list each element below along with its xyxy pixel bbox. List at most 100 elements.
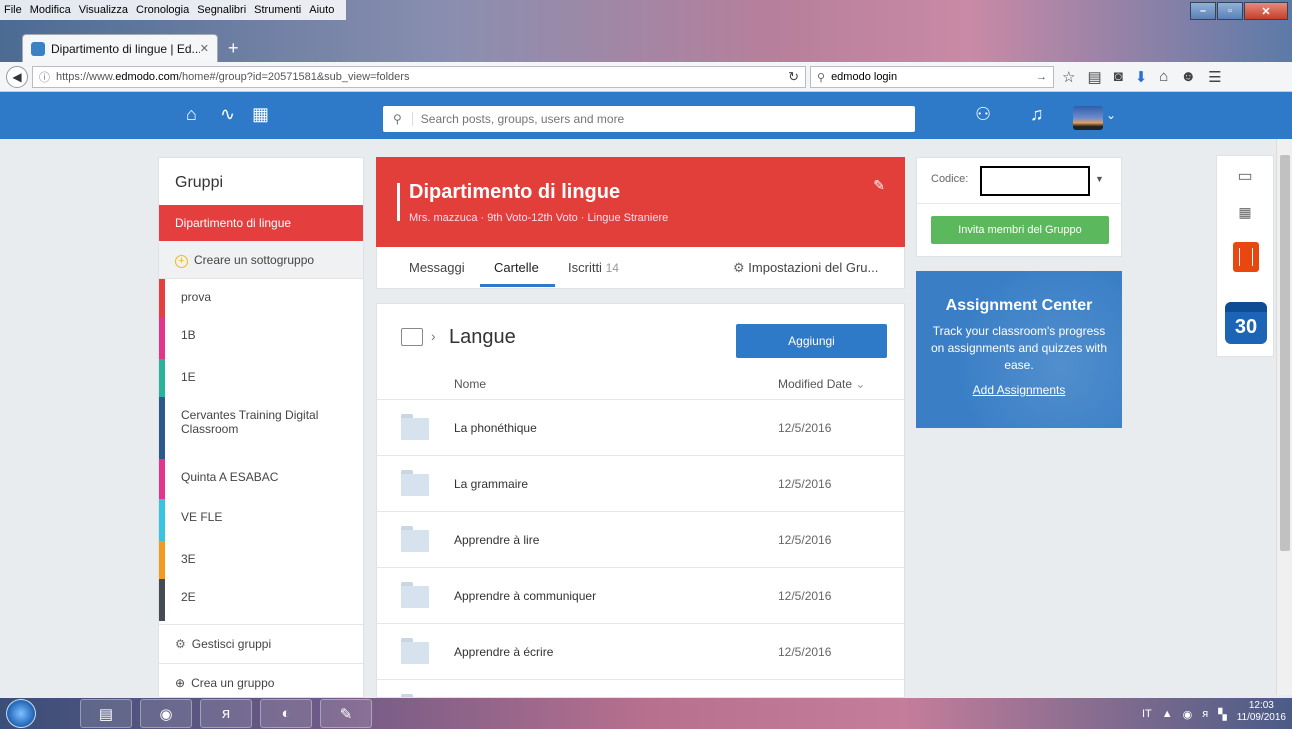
back-button[interactable]: ◀ bbox=[6, 65, 28, 88]
create-group-button[interactable]: ⊕ Crea un gruppo bbox=[159, 663, 363, 697]
sidebar-item-group[interactable]: VE FLE bbox=[159, 499, 363, 541]
assignment-title: Assignment Center bbox=[945, 297, 1093, 314]
clock[interactable]: 12:03 11/09/2016 bbox=[1237, 700, 1286, 724]
menu-aiuto[interactable]: Aiuto bbox=[309, 4, 334, 16]
divider bbox=[917, 203, 1121, 204]
browser-tab[interactable]: Dipartimento di lingue | Ed... ✕ bbox=[22, 34, 218, 62]
browser-search-bar[interactable]: ⚲ edmodo login → bbox=[810, 66, 1054, 88]
show-hidden-icons-icon[interactable]: ▲ bbox=[1162, 708, 1173, 720]
paint-icon[interactable]: ✎ bbox=[320, 699, 372, 728]
group-meta: Mrs. mazzuca · 9th Voto-12th Voto · Ling… bbox=[409, 212, 669, 224]
bookmarks-list-icon[interactable]: ▤ bbox=[1087, 68, 1101, 86]
progress-nav-icon[interactable]: ∿ bbox=[220, 104, 235, 125]
tab-messages[interactable]: Messaggi bbox=[409, 260, 465, 275]
create-group-label: Crea un gruppo bbox=[191, 676, 275, 690]
tray-avira-icon[interactable]: ᴙ bbox=[1202, 708, 1208, 720]
url-bar[interactable]: ⓘ https://www. edmodo.com/home#/group?id=… bbox=[32, 66, 806, 88]
sidebar-item-group[interactable]: Cervantes Training Digital Classroom bbox=[159, 397, 363, 459]
group-code-field[interactable] bbox=[980, 166, 1090, 196]
sidebar-item-group[interactable]: Quinta A ESABAC bbox=[159, 459, 363, 499]
code-label: Codice: bbox=[931, 173, 969, 185]
sidebar-item-group[interactable]: 1B bbox=[159, 317, 363, 359]
close-tab-icon[interactable]: ✕ bbox=[200, 42, 209, 55]
start-button[interactable] bbox=[6, 699, 36, 728]
tab-settings[interactable]: ⚙ Impostazioni del Gru... bbox=[733, 260, 878, 276]
folder-icon bbox=[401, 414, 429, 440]
column-header-name[interactable]: Nome bbox=[454, 377, 486, 391]
assignment-description: Track your classroom's progress on assig… bbox=[930, 324, 1108, 372]
edmodo-search-input[interactable] bbox=[411, 112, 872, 126]
menu-file[interactable]: File bbox=[4, 4, 22, 16]
menu-modifica[interactable]: Modifica bbox=[30, 4, 71, 16]
gear-icon: ⚙ bbox=[175, 637, 186, 651]
folder-row[interactable]: Apprendre à lire 12/5/2016 bbox=[377, 511, 904, 567]
scrollbar-thumb[interactable] bbox=[1280, 155, 1290, 551]
caret-down-icon[interactable]: ▼ bbox=[1095, 174, 1104, 184]
new-tab-button[interactable]: + bbox=[228, 38, 239, 59]
folder-row[interactable]: La grammaire 12/5/2016 bbox=[377, 455, 904, 511]
add-assignments-link[interactable]: Add Assignments bbox=[916, 383, 1122, 397]
folder-row[interactable]: Apprendre à communiquer 12/5/2016 bbox=[377, 567, 904, 623]
home-nav-icon[interactable]: ⌂ bbox=[186, 104, 197, 125]
create-subgroup-label: Creare un sottogruppo bbox=[194, 253, 315, 267]
network-icon[interactable]: ▚ bbox=[1218, 708, 1226, 721]
close-window-button[interactable]: ✕ bbox=[1244, 2, 1288, 20]
avatar[interactable] bbox=[1073, 106, 1103, 130]
folder-name[interactable]: Apprendre à lire bbox=[454, 533, 539, 547]
notifications-bell-icon[interactable]: ♫ bbox=[1030, 104, 1044, 125]
folder-dropdown-icon[interactable] bbox=[401, 328, 423, 346]
tab-folders[interactable]: Cartelle bbox=[494, 260, 539, 275]
folder-name[interactable]: La grammaire bbox=[454, 477, 528, 491]
sidebar-item-label: 1E bbox=[181, 370, 196, 384]
folder-row[interactable]: Apprendre à écrire 12/5/2016 bbox=[377, 623, 904, 679]
menu-visualizza[interactable]: Visualizza bbox=[79, 4, 128, 16]
folder-row[interactable]: La phonéthique 12/5/2016 bbox=[377, 399, 904, 455]
menu-cronologia[interactable]: Cronologia bbox=[136, 4, 189, 16]
sidebar-item-group[interactable]: prova bbox=[159, 279, 363, 317]
chrome-icon[interactable]: ◉ bbox=[140, 699, 192, 728]
search-go-icon[interactable]: → bbox=[1036, 71, 1047, 83]
downloads-icon[interactable]: ⬇ bbox=[1135, 68, 1148, 86]
system-tray: IT ▲ ◉ ᴙ ▚ 12:03 11/09/2016 bbox=[1142, 700, 1286, 724]
menu-strumenti[interactable]: Strumenti bbox=[254, 4, 301, 16]
page-scrollbar[interactable] bbox=[1276, 139, 1292, 695]
add-button[interactable]: Aggiungi bbox=[736, 324, 887, 358]
pocket-icon[interactable]: ◙ bbox=[1114, 68, 1123, 86]
file-explorer-icon[interactable]: ▤ bbox=[80, 699, 132, 728]
create-subgroup-button[interactable]: + Creare un sottogruppo bbox=[159, 241, 363, 279]
folder-name[interactable]: La phonéthique bbox=[454, 421, 537, 435]
backpack-icon[interactable]: ⚇ bbox=[975, 104, 991, 125]
assignment-center-card: Assignment Center Track your classroom's… bbox=[916, 271, 1122, 428]
folder-name[interactable]: Apprendre à écrire bbox=[454, 645, 553, 659]
sidebar-item-group[interactable]: 2E bbox=[159, 579, 363, 621]
site-info-icon[interactable]: ⓘ bbox=[39, 69, 50, 85]
manage-groups-button[interactable]: ⚙ Gestisci gruppi bbox=[159, 624, 363, 663]
windows-taskbar: ▤ ◉ ᴙ ◐ ✎ IT ▲ ◉ ᴙ ▚ 12:03 11/09/2016 bbox=[0, 698, 1292, 729]
menu-hamburger-icon[interactable]: ☰ bbox=[1208, 68, 1221, 86]
chevron-down-icon[interactable]: ⌄ bbox=[1106, 108, 1116, 122]
sidebar-item-group[interactable]: 3E bbox=[159, 541, 363, 579]
reload-icon[interactable]: ↻ bbox=[788, 69, 799, 85]
library-nav-icon[interactable]: ▦ bbox=[252, 104, 269, 125]
language-indicator[interactable]: IT bbox=[1142, 708, 1152, 720]
menu-segnalibri[interactable]: Segnalibri bbox=[197, 4, 246, 16]
home-icon[interactable]: ⌂ bbox=[1159, 68, 1168, 86]
tab-members[interactable]: Iscritti 14 bbox=[568, 260, 619, 275]
store-icon[interactable]: ▭ bbox=[1217, 166, 1273, 186]
hello-icon[interactable]: ☻ bbox=[1180, 68, 1196, 86]
invite-members-button[interactable]: Invita membri del Gruppo bbox=[931, 216, 1109, 244]
maximize-button[interactable]: ▫ bbox=[1217, 2, 1243, 20]
bookmark-star-icon[interactable]: ☆ bbox=[1062, 68, 1075, 86]
sidebar-item-active-group[interactable]: Dipartimento di lingue bbox=[159, 205, 363, 241]
sidebar-item-group[interactable]: 1E bbox=[159, 359, 363, 397]
firefox-icon[interactable]: ◐ bbox=[260, 699, 312, 728]
apps-grid-icon[interactable]: ▦ bbox=[1217, 204, 1273, 221]
browser-search-value: edmodo login bbox=[831, 71, 898, 83]
minimize-button[interactable]: – bbox=[1190, 2, 1216, 20]
folder-name[interactable]: Apprendre à communiquer bbox=[454, 589, 596, 603]
edit-pencil-icon[interactable]: ✎ bbox=[873, 177, 885, 194]
avira-icon[interactable]: ᴙ bbox=[200, 699, 252, 728]
tray-app-icon[interactable]: ◉ bbox=[1183, 708, 1193, 721]
groups-sidebar: Gruppi Dipartimento di lingue + Creare un… bbox=[158, 157, 364, 698]
column-header-modified-date[interactable]: Modified Date ⌄ bbox=[778, 377, 865, 391]
